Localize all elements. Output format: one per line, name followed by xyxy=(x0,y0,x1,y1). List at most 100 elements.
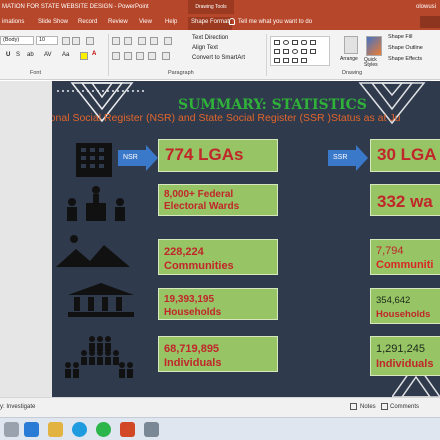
shape-brace-icon[interactable] xyxy=(301,49,307,54)
font-color-icon[interactable]: A xyxy=(92,51,96,57)
ssr-households-label: Households xyxy=(376,309,431,320)
notes-icon[interactable] xyxy=(350,403,357,410)
nsr-wards-box[interactable]: 8,000+ Federal Electoral Wards xyxy=(158,184,278,216)
arrange-icon[interactable] xyxy=(344,36,358,54)
decrease-indent-icon[interactable] xyxy=(138,37,146,45)
shape-curve-icon[interactable] xyxy=(283,58,289,63)
nsr-individuals-value: 68,719,895 xyxy=(164,343,220,355)
tab-slide-show[interactable]: Slide Show xyxy=(38,17,68,30)
shadow-icon[interactable]: ab xyxy=(27,52,34,58)
notes-button[interactable]: Notes xyxy=(360,404,376,410)
ssr-lgas-value: 30 LGA xyxy=(377,145,437,164)
shape-wave-icon[interactable] xyxy=(301,58,307,63)
nsr-communities-label: Communities xyxy=(164,260,234,272)
ssr-lgas-box[interactable]: 30 LGA xyxy=(370,139,440,172)
clear-formatting-icon[interactable] xyxy=(86,37,94,45)
shape-circle-icon[interactable] xyxy=(292,49,298,54)
quick-styles-button[interactable]: Quick Styles xyxy=(364,58,384,68)
ribbon: (Body) 10 U S ab AV Aa A Font Text Direc… xyxy=(0,30,440,80)
decrease-font-icon[interactable] xyxy=(72,37,80,45)
highlight-icon[interactable] xyxy=(80,52,88,60)
pin-app-icon[interactable] xyxy=(144,422,159,437)
group-separator xyxy=(108,34,109,76)
lightbulb-icon xyxy=(229,18,235,25)
ssr-individuals-value: 1,291,245 xyxy=(376,343,425,355)
shape-line-icon[interactable] xyxy=(310,40,316,45)
window-title: MATION FOR STATE WEBSITE DESIGN - PowerP… xyxy=(2,4,149,10)
tab-shape-format[interactable]: Shape Format xyxy=(188,17,233,30)
nsr-individuals-box[interactable]: 68,719,895 Individuals xyxy=(158,336,278,372)
font-group-label: Font xyxy=(30,70,42,76)
task-view-icon[interactable] xyxy=(4,422,19,437)
podium-icon xyxy=(67,186,125,221)
ssr-communities-box[interactable]: 7,794 Communiti xyxy=(370,239,440,275)
whatsapp-icon[interactable] xyxy=(96,422,111,437)
ssr-individuals-label: Individuals xyxy=(376,358,434,370)
shape-rectangle-icon[interactable] xyxy=(274,40,280,45)
increase-font-icon[interactable] xyxy=(62,37,70,45)
powerpoint-window: MATION FOR STATE WEBSITE DESIGN - PowerP… xyxy=(0,0,440,440)
powerpoint-icon[interactable] xyxy=(120,422,135,437)
shape-arrow-icon[interactable] xyxy=(274,49,280,54)
nsr-arrow[interactable]: NSR xyxy=(118,145,158,171)
file-explorer-icon[interactable] xyxy=(48,422,63,437)
shape-bracket-icon[interactable] xyxy=(292,58,298,63)
tab-view[interactable]: View xyxy=(139,17,152,30)
shape-star-icon[interactable] xyxy=(310,49,316,54)
shape-callout-icon[interactable] xyxy=(274,58,280,63)
text-direction-button[interactable]: Text Direction xyxy=(192,35,228,41)
ssr-wards-box[interactable]: 332 wa xyxy=(370,184,440,216)
nsr-lgas-box[interactable]: 774 LGAs xyxy=(158,139,278,172)
user-name[interactable]: olowusi xyxy=(416,4,436,10)
shape-oval-icon[interactable] xyxy=(283,40,289,45)
align-right-icon[interactable] xyxy=(136,52,144,60)
shape-outline-button[interactable]: Shape Outline xyxy=(388,45,423,51)
shape-square-icon[interactable] xyxy=(292,40,298,45)
columns-icon[interactable] xyxy=(162,52,170,60)
align-left-icon[interactable] xyxy=(112,52,120,60)
share-button[interactable] xyxy=(420,16,440,28)
tab-review[interactable]: Review xyxy=(108,17,128,30)
nsr-wards-line-2: Electoral Wards xyxy=(164,201,240,212)
slide[interactable]: SUMMARY: STATISTICS National Social Regi… xyxy=(52,81,440,397)
numbering-icon[interactable] xyxy=(124,37,132,45)
change-case-icon[interactable]: Aa xyxy=(62,52,69,58)
ssr-individuals-box[interactable]: 1,291,245 Individuals xyxy=(370,336,440,376)
font-name-combo[interactable]: (Body) xyxy=(0,36,34,45)
shape-triangle-icon[interactable] xyxy=(283,49,289,54)
bold-icon[interactable]: U xyxy=(6,52,10,58)
edge-icon[interactable] xyxy=(72,422,87,437)
taskbar xyxy=(0,417,440,440)
convert-smartart-button[interactable]: Convert to SmartArt xyxy=(192,55,245,61)
tab-animations[interactable]: imations xyxy=(2,17,24,30)
comments-button[interactable]: Comments xyxy=(390,404,419,410)
ssr-arrow[interactable]: SSR xyxy=(328,145,368,171)
tab-record[interactable]: Record xyxy=(78,17,97,30)
justify-icon[interactable] xyxy=(148,52,156,60)
comments-icon[interactable] xyxy=(381,403,388,410)
tab-help[interactable]: Help xyxy=(165,17,177,30)
char-spacing-icon[interactable]: AV xyxy=(44,52,52,58)
increase-indent-icon[interactable] xyxy=(150,37,158,45)
people-crowd-icon xyxy=(65,336,133,378)
ssr-households-box[interactable]: 354,642 Households xyxy=(370,288,440,324)
align-text-button[interactable]: Align Text xyxy=(192,45,218,51)
mail-icon[interactable] xyxy=(24,422,39,437)
arrange-button[interactable]: Arrange xyxy=(340,56,358,62)
shape-effects-button[interactable]: Shape Effects xyxy=(388,56,422,62)
shape-fill-button[interactable]: Shape Fill xyxy=(388,34,412,40)
slide-editing-area: SUMMARY: STATISTICS National Social Regi… xyxy=(0,81,440,397)
nsr-communities-box[interactable]: 228,224 Communities xyxy=(158,239,278,275)
nsr-individuals-label: Individuals xyxy=(164,357,222,369)
tell-me-search[interactable]: Tell me what you want to do xyxy=(238,19,312,25)
quick-styles-icon[interactable] xyxy=(366,36,382,56)
shapes-gallery[interactable] xyxy=(270,36,330,66)
bullets-icon[interactable] xyxy=(112,37,120,45)
nsr-households-box[interactable]: 19,393,195 Households xyxy=(158,288,278,320)
accessibility-status[interactable]: y: Investigate xyxy=(0,404,35,410)
align-center-icon[interactable] xyxy=(124,52,132,60)
strikethrough-icon[interactable]: S xyxy=(16,52,20,58)
line-spacing-icon[interactable] xyxy=(164,37,172,45)
shape-rounded-icon[interactable] xyxy=(301,40,307,45)
font-size-combo[interactable]: 10 xyxy=(36,36,58,45)
